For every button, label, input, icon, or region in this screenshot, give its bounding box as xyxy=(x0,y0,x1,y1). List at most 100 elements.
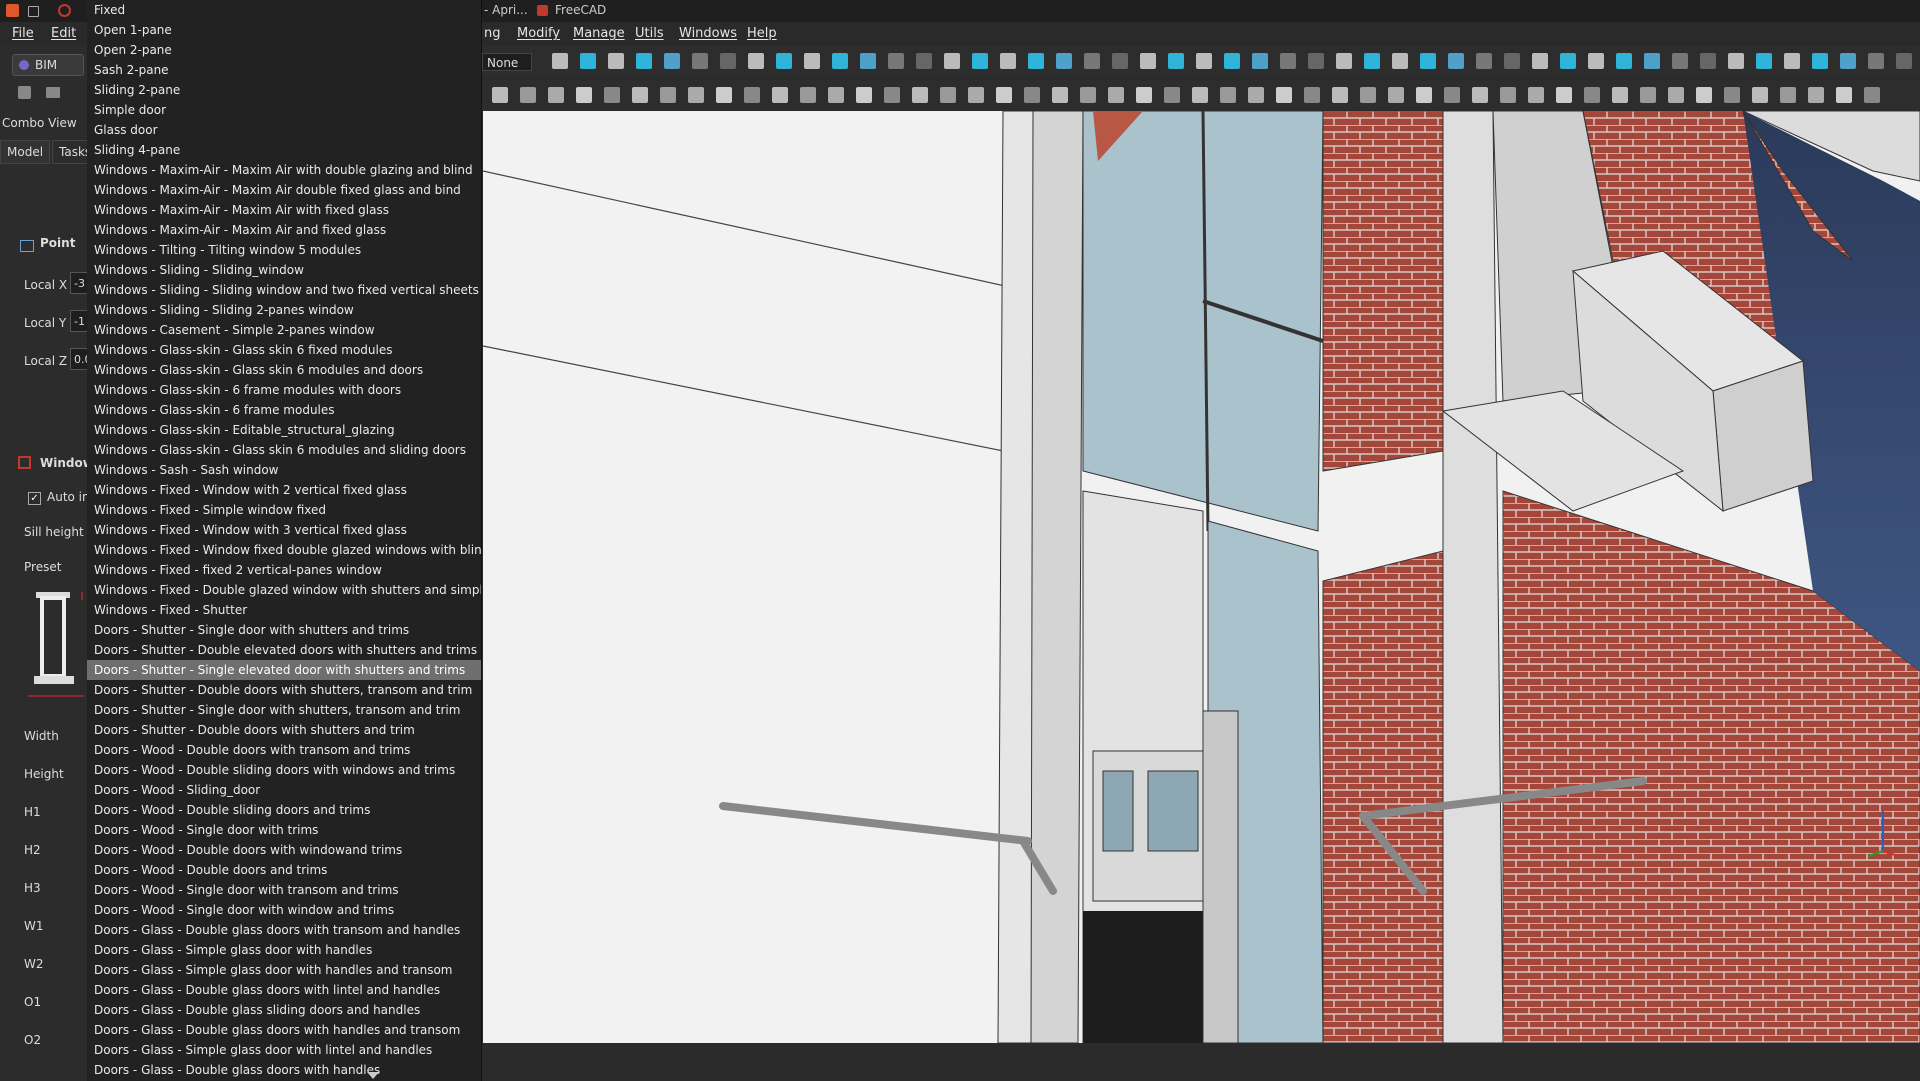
toolbar-tool-icon[interactable] xyxy=(1640,87,1656,103)
toolbar-tool-icon[interactable] xyxy=(636,53,652,69)
toolbar-tool-icon[interactable] xyxy=(720,53,736,69)
toolbar-tool-icon[interactable] xyxy=(1616,53,1632,69)
toolbar-tool-icon[interactable] xyxy=(1084,53,1100,69)
toolbar-tool-icon[interactable] xyxy=(1612,87,1628,103)
toolbar-tool-icon[interactable] xyxy=(888,53,904,69)
toolbar-tool-icon[interactable] xyxy=(688,87,704,103)
preset-dropdown-list[interactable]: Fixed Open 1-pane Open 2-pane Sash 2-pane Sl… xyxy=(87,0,482,1081)
toolbar-tool-icon[interactable] xyxy=(1868,53,1884,69)
preset-option[interactable]: Doors - Glass - Double glass doors with … xyxy=(87,1020,481,1040)
toolbar-tool-icon[interactable] xyxy=(1728,53,1744,69)
toolbar-tool-icon[interactable] xyxy=(1556,87,1572,103)
menu-manage[interactable]: Manage xyxy=(573,26,625,41)
toolbar-tool-icon[interactable] xyxy=(804,53,820,69)
preset-option[interactable]: Doors - Wood - Sliding_door xyxy=(87,780,481,800)
preset-option[interactable]: Fixed xyxy=(87,0,481,20)
preset-option[interactable]: Sliding 2-pane xyxy=(87,80,481,100)
toolbar-tool-icon[interactable] xyxy=(748,53,764,69)
toolbar-tool-icon[interactable] xyxy=(1136,87,1152,103)
toolbar-tool-icon[interactable] xyxy=(972,53,988,69)
toolbar-tool-icon[interactable] xyxy=(1780,87,1796,103)
preset-option[interactable]: Doors - Wood - Single door with transom … xyxy=(87,880,481,900)
toolbar-tool-icon[interactable] xyxy=(1416,87,1432,103)
preset-option[interactable]: Sash 2-pane xyxy=(87,60,481,80)
toolbar-tool-icon[interactable] xyxy=(1476,53,1492,69)
preset-option[interactable]: Doors - Glass - Double glass sliding doo… xyxy=(87,1000,481,1020)
toolbar-tool-icon[interactable] xyxy=(1304,87,1320,103)
toolbar-tool-icon[interactable] xyxy=(996,87,1012,103)
toolbar-tool-icon[interactable] xyxy=(832,53,848,69)
toolbar-tool-icon[interactable] xyxy=(916,53,932,69)
toolbar-tool-icon[interactable] xyxy=(828,87,844,103)
preset-option[interactable]: Doors - Wood - Double doors and trims xyxy=(87,860,481,880)
menu-utils[interactable]: Utils xyxy=(635,26,664,41)
preset-option[interactable]: Windows - Maxim-Air - Maxim Air double f… xyxy=(87,180,481,200)
toolbar-tool-icon[interactable] xyxy=(1864,87,1880,103)
toolbar-tool-icon[interactable] xyxy=(968,87,984,103)
preset-option[interactable]: Windows - Glass-skin - Editable_structur… xyxy=(87,420,481,440)
toolbar-tool-icon[interactable] xyxy=(1420,53,1436,69)
toolbar-tool-icon[interactable] xyxy=(1840,53,1856,69)
toolbar-tool-icon[interactable] xyxy=(1668,87,1684,103)
preset-option[interactable]: Windows - Sash - Sash window xyxy=(87,460,481,480)
preset-option[interactable]: Windows - Fixed - Window fixed double gl… xyxy=(87,540,481,560)
preset-option[interactable]: Simple door xyxy=(87,100,481,120)
toolbar-tool-icon[interactable] xyxy=(492,87,508,103)
3d-viewport[interactable] xyxy=(483,111,1920,1043)
toolbar-tool-icon[interactable] xyxy=(944,53,960,69)
preset-option[interactable]: Doors - Glass - Double glass doors with … xyxy=(87,980,481,1000)
toolbar-tool-icon[interactable] xyxy=(1360,87,1376,103)
preset-option[interactable]: Doors - Shutter - Single elevated door w… xyxy=(87,660,481,680)
close-window-icon[interactable] xyxy=(6,4,19,17)
toolbar-tool-icon[interactable] xyxy=(1836,87,1852,103)
preset-option[interactable]: Doors - Shutter - Double elevated doors … xyxy=(87,640,481,660)
toolbar-tool-icon[interactable] xyxy=(1276,87,1292,103)
preset-option[interactable]: Windows - Fixed - Shutter xyxy=(87,600,481,620)
preset-option[interactable]: Windows - Maxim-Air - Maxim Air with fix… xyxy=(87,200,481,220)
menu-help[interactable]: Help xyxy=(747,26,777,41)
menu-partial[interactable]: ng xyxy=(484,26,501,41)
toolbar-tool-icon[interactable] xyxy=(1808,87,1824,103)
preset-option[interactable]: Doors - Wood - Single door with window a… xyxy=(87,900,481,920)
preset-option[interactable]: Doors - Shutter - Single door with shutt… xyxy=(87,620,481,640)
toolbar-tool-icon[interactable] xyxy=(776,53,792,69)
toolbar-tool-icon[interactable] xyxy=(1444,87,1460,103)
preset-option[interactable]: Doors - Glass - Double glass doors with … xyxy=(87,920,481,940)
toolbar-tool-icon[interactable] xyxy=(1756,53,1772,69)
toolbar-tool-icon[interactable] xyxy=(1672,53,1688,69)
toolbar-tool-icon[interactable] xyxy=(1392,53,1408,69)
toolbar-tool-icon[interactable] xyxy=(1472,87,1488,103)
toolbar-tool-icon[interactable] xyxy=(912,87,928,103)
preset-option[interactable]: Doors - Glass - Simple glass door with h… xyxy=(87,960,481,980)
menu-windows[interactable]: Windows xyxy=(679,26,737,41)
preset-option[interactable]: Sliding 4-pane xyxy=(87,140,481,160)
toolbar-tool-icon[interactable] xyxy=(772,87,788,103)
toolbar-tool-icon[interactable] xyxy=(1812,53,1828,69)
toolbar-tool-icon[interactable] xyxy=(1024,87,1040,103)
preset-option[interactable]: Windows - Glass-skin - Glass skin 6 fixe… xyxy=(87,340,481,360)
toolbar-tool-icon[interactable] xyxy=(1388,87,1404,103)
preset-option[interactable]: Windows - Fixed - Window with 3 vertical… xyxy=(87,520,481,540)
toolbar-tool-icon[interactable] xyxy=(1588,53,1604,69)
toolbar-tool-icon[interactable] xyxy=(1140,53,1156,69)
tab-model[interactable]: Model xyxy=(0,140,51,164)
toolbar-tool-icon[interactable] xyxy=(1784,53,1800,69)
workbench-selector[interactable]: BIM xyxy=(12,54,84,76)
auto-include-checkbox[interactable]: ✓ xyxy=(28,492,41,505)
save-icon[interactable] xyxy=(18,86,31,99)
preset-option[interactable]: Doors - Wood - Double sliding doors with… xyxy=(87,760,481,780)
folder-icon[interactable] xyxy=(46,87,60,98)
toolbar-tool-icon[interactable] xyxy=(1280,53,1296,69)
toolbar-tool-icon[interactable] xyxy=(1724,87,1740,103)
preset-option[interactable]: Doors - Wood - Double sliding doors and … xyxy=(87,800,481,820)
preset-option[interactable]: Doors - Glass - Simple glass door with h… xyxy=(87,940,481,960)
toolbar-tool-icon[interactable] xyxy=(1108,87,1124,103)
toolbar-tool-icon[interactable] xyxy=(1504,53,1520,69)
toolbar-tool-icon[interactable] xyxy=(580,53,596,69)
toolbar-tool-icon[interactable] xyxy=(1192,87,1208,103)
toolbar-tool-icon[interactable] xyxy=(1164,87,1180,103)
toolbar-tool-icon[interactable] xyxy=(1528,87,1544,103)
menu-file[interactable]: File xyxy=(12,26,34,41)
preset-option[interactable]: Doors - Wood - Single door with trims xyxy=(87,820,481,840)
toolbar-tool-icon[interactable] xyxy=(1028,53,1044,69)
